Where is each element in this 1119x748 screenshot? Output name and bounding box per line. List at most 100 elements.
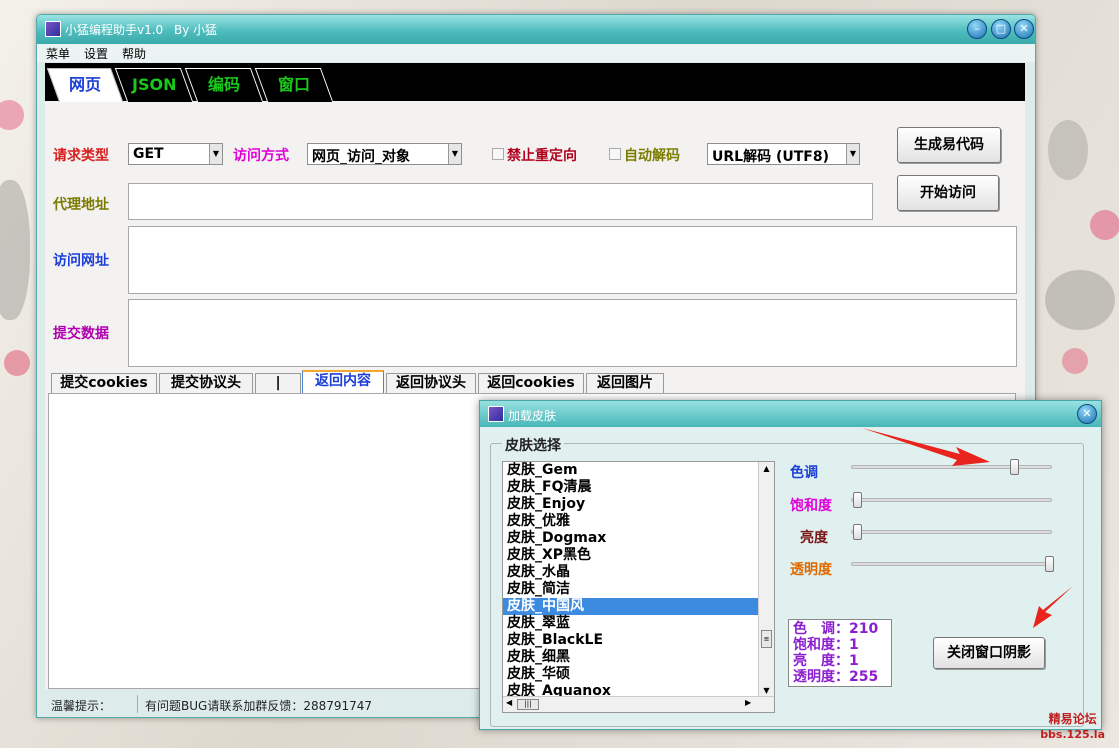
watermark-url: bbs.125.la [1040, 728, 1105, 741]
decode-select[interactable]: URL解码 (UTF8) ▼ [707, 143, 860, 165]
opacity-label: 透明度 [790, 562, 832, 578]
skin-list[interactable]: 皮肤_Gem 皮肤_FQ清晨 皮肤_Enjoy 皮肤_优雅 皮肤_Dogmax 皮肤_XP… [502, 461, 775, 713]
scroll-thumb[interactable]: ≡ [761, 630, 772, 648]
skin-list-item[interactable]: 皮肤_XP黑色 [503, 547, 774, 564]
scroll-right-icon[interactable]: ▶ [745, 698, 751, 707]
tab-post-headers[interactable]: 提交协议头 [159, 373, 253, 393]
close-shadow-label: 关闭窗口阴影 [947, 645, 1031, 661]
info-line-saturation: 饱和度：1 [793, 637, 859, 653]
saturation-slider[interactable] [853, 492, 862, 508]
tab-web[interactable]: 网页 [46, 68, 124, 102]
chevron-down-icon: ▼ [846, 144, 859, 164]
ink-branch [1045, 270, 1115, 330]
minimize-button[interactable]: – [967, 19, 987, 39]
brightness-slider-track[interactable] [851, 530, 1052, 534]
skin-list-item[interactable]: 皮肤_Dogmax [503, 530, 774, 547]
title-bar[interactable]: 小猛编程助手v1.0 By 小猛 – □ ✕ [37, 15, 1035, 44]
ink-branch [0, 180, 30, 320]
start-access-label: 开始访问 [920, 185, 976, 201]
chevron-down-icon: ▼ [209, 144, 222, 164]
menu-item-help[interactable]: 帮助 [122, 45, 146, 62]
ink-blossom [4, 350, 30, 376]
skin-dialog: 加载皮肤 ✕ 皮肤选择 皮肤_Gem 皮肤_FQ清晨 皮肤_Enjoy 皮肤_优雅 皮肤… [479, 400, 1102, 730]
status-hint-text: 有问题BUG请联系加群反馈：288791747 [145, 699, 373, 713]
dialog-title: 加载皮肤 [508, 409, 557, 423]
close-shadow-button[interactable]: 关闭窗口阴影 [933, 637, 1045, 669]
tab-response-image[interactable]: 返回图片 [586, 373, 664, 393]
close-button[interactable]: ✕ [1014, 19, 1034, 39]
forum-watermark: 精易论坛 bbs.125.la [1040, 712, 1105, 742]
ink-blossom [1048, 120, 1088, 180]
dialog-logo-icon [488, 406, 504, 422]
no-redirect-checkbox[interactable] [492, 148, 504, 160]
decode-value: URL解码 (UTF8) [712, 149, 829, 165]
info-line-opacity: 透明度：255 [793, 669, 879, 685]
annotation-arrow-icon [862, 428, 990, 466]
annotation-arrow-icon [1033, 586, 1073, 628]
skin-list-item[interactable]: 皮肤_FQ清晨 [503, 479, 774, 496]
hue-slider[interactable] [1010, 459, 1020, 475]
watermark-title: 精易论坛 [1048, 712, 1097, 726]
saturation-label: 饱和度 [790, 498, 832, 514]
generate-code-button[interactable]: 生成易代码 [897, 127, 1001, 163]
saturation-slider-track[interactable] [851, 498, 1052, 502]
request-type-label: 请求类型 [53, 148, 109, 164]
skin-list-item[interactable]: 皮肤_简洁 [503, 581, 774, 598]
dialog-title-bar[interactable]: 加载皮肤 ✕ [480, 401, 1101, 427]
opacity-slider[interactable] [1045, 556, 1054, 572]
status-divider [137, 695, 138, 713]
maximize-button[interactable]: □ [991, 19, 1011, 39]
skin-list-item[interactable]: 皮肤_Enjoy [503, 496, 774, 513]
tab-window[interactable]: 窗口 [254, 68, 334, 102]
post-data-input[interactable] [128, 299, 1017, 367]
tab-response-headers[interactable]: 返回协议头 [386, 373, 476, 393]
tab-json[interactable]: JSON [114, 68, 194, 102]
skin-list-items: 皮肤_Gem 皮肤_FQ清晨 皮肤_Enjoy 皮肤_优雅 皮肤_Dogmax 皮肤_XP… [503, 462, 774, 700]
info-line-hue: 色 调：210 [793, 621, 879, 637]
skin-list-item[interactable]: 皮肤_水晶 [503, 564, 774, 581]
request-type-value: GET [133, 146, 164, 162]
proxy-label: 代理地址 [53, 197, 109, 213]
info-line-brightness: 亮 度：1 [793, 653, 859, 669]
horizontal-scrollbar[interactable]: ◀ ||| ▶ [503, 696, 774, 712]
skin-list-item[interactable]: 皮肤_翠蓝 [503, 615, 774, 632]
skin-group-label: 皮肤选择 [502, 435, 564, 455]
menu-bar: 菜单 设置 帮助 [37, 44, 1035, 62]
tab-separator[interactable]: | [255, 373, 301, 393]
main-tab-strip: 网页 JSON 编码 窗口 [45, 63, 1025, 102]
scroll-left-icon[interactable]: ◀ [506, 698, 512, 707]
skin-list-item[interactable]: 皮肤_中国风 [503, 598, 774, 615]
skin-list-item[interactable]: 皮肤_华硕 [503, 666, 774, 683]
access-method-label: 访问方式 [233, 148, 289, 164]
vertical-scrollbar[interactable]: ▲ ≡ ▼ [758, 462, 774, 698]
tab-encode[interactable]: 编码 [184, 68, 264, 102]
access-method-value: 网页_访问_对象 [312, 149, 410, 165]
tab-response-content[interactable]: 返回内容 [302, 370, 384, 393]
hscroll-thumb[interactable]: ||| [517, 699, 539, 710]
proxy-input[interactable] [128, 183, 873, 220]
menu-item-settings[interactable]: 设置 [84, 45, 108, 62]
opacity-slider-track[interactable] [851, 562, 1052, 566]
skin-list-item[interactable]: 皮肤_Gem [503, 462, 774, 479]
menu-item-menu[interactable]: 菜单 [46, 45, 70, 62]
url-input[interactable] [128, 226, 1017, 294]
auto-decode-checkbox[interactable] [609, 148, 621, 160]
post-data-label: 提交数据 [53, 326, 109, 342]
start-access-button[interactable]: 开始访问 [897, 175, 999, 211]
skin-list-item[interactable]: 皮肤_优雅 [503, 513, 774, 530]
access-method-select[interactable]: 网页_访问_对象 ▼ [307, 143, 462, 165]
request-type-select[interactable]: GET ▼ [128, 143, 223, 165]
generate-code-label: 生成易代码 [914, 137, 984, 153]
skin-list-item[interactable]: 皮肤_细黑 [503, 649, 774, 666]
chevron-down-icon: ▼ [448, 144, 461, 164]
skin-list-item[interactable]: 皮肤_BlackLE [503, 632, 774, 649]
window-author: By 小猛 [174, 23, 218, 37]
brightness-slider[interactable] [853, 524, 862, 540]
dialog-close-button[interactable]: ✕ [1077, 404, 1097, 424]
tab-post-cookies[interactable]: 提交cookies [51, 373, 157, 393]
tab-response-cookies[interactable]: 返回cookies [478, 373, 584, 393]
ink-blossom [1062, 348, 1088, 374]
scroll-up-icon[interactable]: ▲ [759, 462, 774, 476]
window-title: 小猛编程助手v1.0 [65, 23, 164, 37]
auto-decode-label: 自动解码 [624, 148, 680, 164]
